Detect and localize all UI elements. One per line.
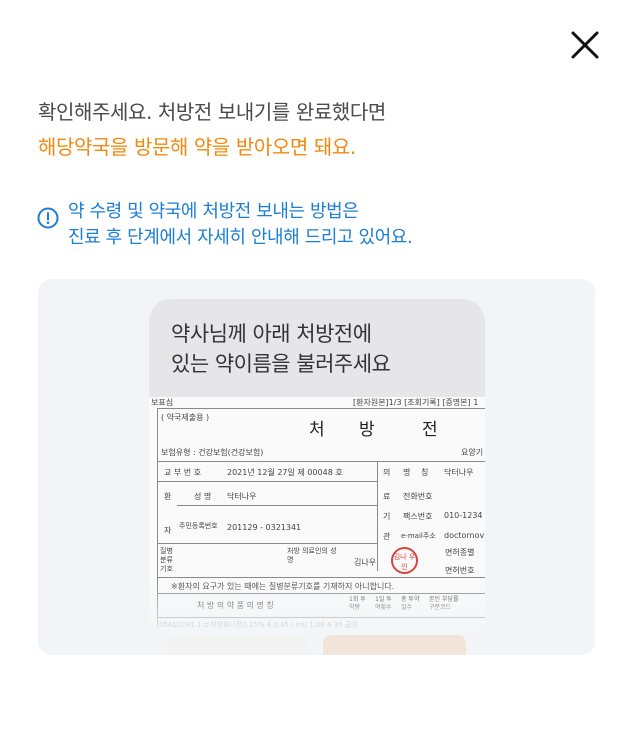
rx-clinic-name: 닥터나우 <box>444 468 474 477</box>
title-line-1: 확인해주세요. 처방전 보내기를 완료했다면 <box>38 100 386 124</box>
stamp-text: 김나 우인 <box>393 553 416 571</box>
rx-top-codes: [환자원본]1/3 [조회기록] [증명본] 1 <box>353 398 479 407</box>
rx-inst-a: 의 <box>383 468 391 477</box>
rx-name-label2: 칭 <box>421 468 429 477</box>
phone-right-button <box>323 635 466 655</box>
rx-disease-label: 질병 분류 기호 <box>160 547 173 573</box>
phone-message-line-1: 약사님께 아래 처방전에 <box>171 322 372 346</box>
rx-fax-value: 010-1234 <box>444 511 483 520</box>
rx-inst-d: 관 <box>383 532 391 541</box>
notice-line-2: 진료 후 단계에서 자세히 안내해 드리고 있어요. <box>68 227 413 248</box>
rx-drug-row: 05610291 1 뉴히얌유니정0.15% 4.0.45 / ml/ 1.00… <box>159 621 358 629</box>
title-line-2-highlight: 해당약국을 방문해 약을 받아오면 돼요. <box>38 135 356 159</box>
rx-patient-label-a: 환 <box>164 492 172 501</box>
rx-inst-b: 료 <box>383 492 391 501</box>
rx-patient-label-b: 자 <box>164 526 172 535</box>
rx-col1: 1회 투약량 <box>349 596 366 611</box>
rx-inst-c: 기 <box>383 512 391 521</box>
rx-top-left: 보표심 <box>151 398 174 407</box>
rx-doctor-label: 처방 의료인의 성명 <box>287 547 337 564</box>
rx-submit-label: ( 약국제출용 ) <box>161 413 210 422</box>
phone-left-button <box>166 635 309 655</box>
rx-drug-header: 처 방 의 약 품 의 명 칭 <box>197 601 274 610</box>
rx-title-b: 방 <box>359 420 375 440</box>
rx-patient-name: 닥터나우 <box>227 492 257 501</box>
rx-email-value: doctornov <box>444 531 485 540</box>
rx-issue-no-value: 2021년 12월 27일 제 00048 호 <box>227 468 343 477</box>
rx-rrn-label: 주민등록번호 <box>179 522 218 530</box>
rx-side-note: 요양기 <box>461 448 484 457</box>
close-icon <box>571 31 599 59</box>
info-icon <box>37 207 59 229</box>
rx-doctor-name: 김나우 <box>354 558 377 567</box>
rx-phone-label: 전화번호 <box>403 492 433 501</box>
rx-insurance: 보험유형 : 건강보험(건강보험) <box>161 448 264 457</box>
rx-issue-no-label: 교 부 번 호 <box>164 468 202 477</box>
rx-license-no-label: 면허번호 <box>445 566 475 575</box>
rx-patient-name-label: 성 명 <box>194 492 212 501</box>
rx-notice-row: ※환자의 요구가 있는 때에는 질병분류기호를 기재하지 아니합니다. <box>171 582 395 591</box>
rx-title-a: 처 <box>309 420 325 440</box>
phone-message-line-2: 있는 약이름을 불러주세요 <box>171 352 391 376</box>
rx-rrn-value: 201129 - 0321341 <box>227 523 302 532</box>
rx-col3: 총 투약일수 <box>401 596 420 611</box>
prescription-document: 보표심 [환자원본]1/3 [조회기록] [증명본] 1 ( 약국제출용 ) 처… <box>149 397 485 655</box>
rx-name-label: 명 <box>403 468 411 477</box>
phone-illustration: 약사님께 아래 처방전에 있는 약이름을 불러주세요 보표심 [환자원본]1/3… <box>149 299 485 655</box>
close-button[interactable] <box>566 26 604 64</box>
rx-col4: 본인 부담률 구분코드 <box>429 596 459 611</box>
rx-fax-label: 팩스번호 <box>403 512 433 521</box>
illustration-panel: 약사님께 아래 처방전에 있는 약이름을 불러주세요 보표심 [환자원본]1/3… <box>38 279 595 655</box>
rx-license-label: 면허종별 <box>445 548 475 557</box>
rx-email-label: e-mail주소 <box>401 532 436 540</box>
notice-line-1: 약 수령 및 약국에 처방전 보내는 방법은 <box>68 201 359 222</box>
rx-title-c: 전 <box>422 420 438 440</box>
rx-col2: 1일 투여횟수 <box>375 596 392 611</box>
doctor-seal-stamp: 김나 우인 <box>391 547 418 574</box>
